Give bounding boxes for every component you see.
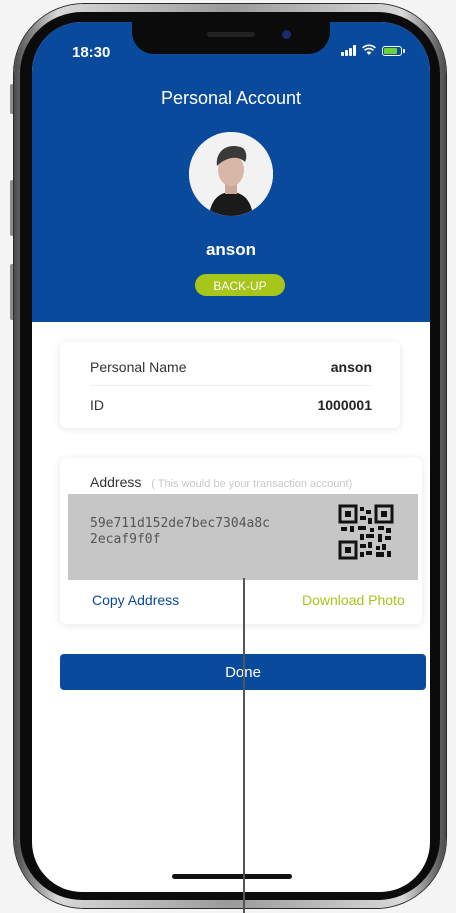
info-label: ID [90, 397, 104, 413]
personal-info-card: Personal Name anson ID 1000001 [60, 342, 400, 428]
download-photo-link[interactable]: Download Photo [302, 592, 405, 608]
signal-icon [341, 45, 356, 56]
address-heading: Address ( This would be your transaction… [90, 474, 352, 490]
battery-icon [382, 46, 405, 56]
info-row-name: Personal Name anson [90, 359, 372, 375]
user-avatar [189, 132, 273, 216]
phone-screen: 18:30 Personal Account anson BACK-UP Per… [32, 22, 430, 892]
address-box[interactable]: 59e711d152de7bec7304a8c 2ecaf9f0f [68, 494, 418, 580]
status-icons [341, 44, 405, 56]
info-value: 1000001 [317, 397, 372, 413]
address-card: Address ( This would be your transaction… [60, 458, 422, 624]
address-text[interactable]: 59e711d152de7bec7304a8c 2ecaf9f0f [90, 516, 300, 548]
front-camera [282, 30, 291, 39]
address-hint: ( This would be your transaction account… [151, 478, 353, 490]
address-line-2: 2ecaf9f0f [90, 532, 161, 547]
account-header: 18:30 Personal Account anson BACK-UP [32, 22, 430, 322]
pointer-line [243, 578, 245, 913]
page-title: Personal Account [160, 88, 302, 108]
home-indicator [172, 874, 292, 879]
address-label: Address [90, 474, 142, 490]
user-name: anson [205, 240, 257, 259]
notch [132, 22, 330, 54]
wifi-icon [362, 44, 376, 56]
backup-button[interactable]: BACK-UP [195, 274, 285, 296]
info-label: Personal Name [90, 359, 187, 375]
qr-code-icon[interactable] [338, 504, 394, 560]
info-value: anson [330, 359, 372, 375]
address-line-1: 59e711d152de7bec7304a8c [90, 516, 271, 531]
speaker-grille [207, 32, 255, 37]
row-divider [90, 385, 372, 386]
status-time: 18:30 [72, 44, 111, 61]
info-row-id: ID 1000001 [90, 397, 372, 413]
copy-address-link[interactable]: Copy Address [92, 592, 179, 608]
